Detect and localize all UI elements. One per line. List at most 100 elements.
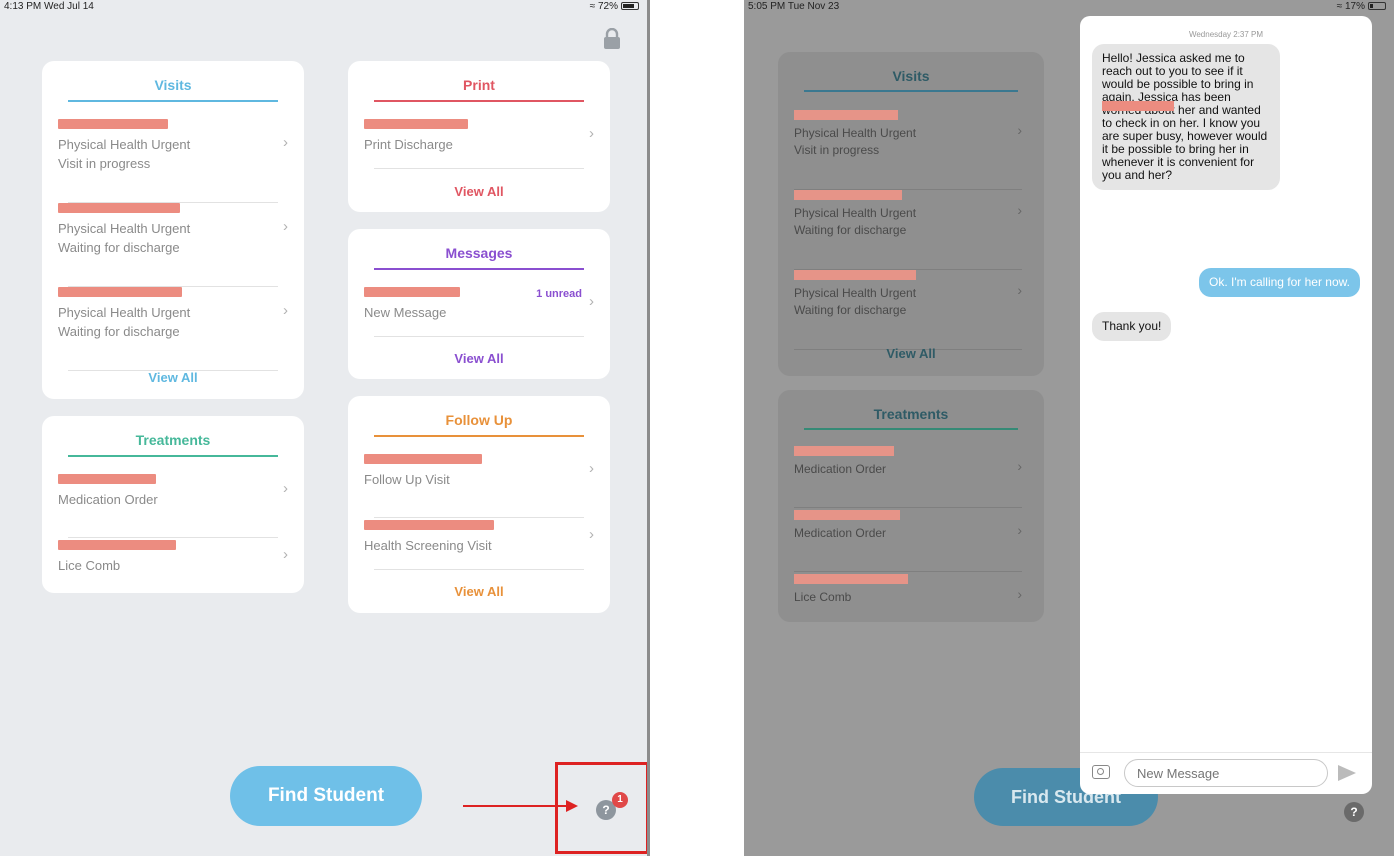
wifi-icon: ≈	[1336, 1, 1345, 12]
right-screenshot: 5:05 PM Tue Nov 23 ≈ 17% Visits Physical…	[744, 0, 1394, 856]
treatment-type: Lice Comb	[58, 558, 121, 573]
visit-item[interactable]: Physical Health Urgent Waiting for disch…	[794, 270, 1022, 350]
visits-title: Visits	[892, 68, 930, 84]
treatment-type: Lice Comb	[794, 590, 852, 604]
visit-status: Visit in progress	[794, 143, 880, 157]
treatment-item[interactable]: Medication Order ›	[794, 446, 1022, 508]
redacted-name	[364, 454, 482, 464]
message-input[interactable]	[1124, 759, 1328, 787]
chevron-right-icon: ›	[283, 134, 288, 151]
chevron-right-icon: ›	[589, 460, 594, 477]
divider	[68, 537, 278, 538]
redacted-name	[794, 510, 900, 520]
visits-card: Visits Physical Health Urgent Visit in p…	[42, 61, 304, 399]
camera-icon[interactable]	[1092, 765, 1110, 779]
follow-up-item[interactable]: Follow Up Visit ›	[364, 454, 594, 518]
help-chat-icon[interactable]: ?	[1344, 802, 1364, 822]
battery-icon	[1368, 2, 1386, 10]
follow-up-title: Follow Up	[445, 412, 513, 428]
message-timestamp: Wednesday 2:37 PM	[1188, 30, 1264, 39]
treatment-item[interactable]: Medication Order ›	[794, 510, 1022, 572]
message-preview: New Message	[364, 305, 447, 320]
battery-indicator: ≈ 72%	[590, 1, 639, 12]
chevron-right-icon: ›	[1017, 458, 1022, 474]
chevron-right-icon: ›	[1017, 282, 1022, 298]
follow-up-view-all-link[interactable]: View All	[348, 584, 610, 599]
follow-up-card: Follow Up Follow Up Visit › Health Scree…	[348, 396, 610, 613]
chevron-right-icon: ›	[1017, 522, 1022, 538]
print-card: Print Print Discharge › View All	[348, 61, 610, 212]
redacted-name	[58, 119, 168, 129]
treatments-rule	[68, 455, 278, 457]
visit-type: Physical Health Urgent	[794, 206, 917, 220]
chevron-right-icon: ›	[589, 293, 594, 310]
print-view-all-link[interactable]: View All	[348, 184, 610, 199]
wifi-icon: ≈	[589, 1, 598, 12]
visit-type: Physical Health Urgent	[794, 126, 917, 140]
visits-rule	[804, 90, 1018, 92]
redacted-name	[794, 446, 894, 456]
treatment-item[interactable]: Lice Comb ›	[794, 574, 1022, 618]
visits-view-all-link[interactable]: View All	[42, 370, 304, 385]
incoming-message-bubble: Hello! Jessica asked me to reach out to …	[1092, 44, 1280, 190]
visits-card: Visits Physical Health Urgent Visit in p…	[778, 52, 1044, 376]
chevron-right-icon: ›	[1017, 122, 1022, 138]
notification-badge: 1	[612, 792, 628, 808]
treatment-item[interactable]: Medication Order ›	[58, 474, 288, 538]
chevron-right-icon: ›	[1017, 586, 1022, 602]
divider	[794, 507, 1022, 508]
messages-card: Messages 1 unread New Message › View All	[348, 229, 610, 379]
visits-rule	[68, 100, 278, 102]
visit-type: Physical Health Urgent	[58, 305, 191, 320]
treatments-card: Treatments Medication Order › Medication…	[778, 390, 1044, 622]
redacted-name	[364, 287, 460, 297]
print-title: Print	[463, 77, 495, 93]
left-screenshot: 4:13 PM Wed Jul 14 ≈ 72% Visits Physical…	[0, 0, 650, 856]
find-student-button[interactable]: Find Student	[230, 766, 422, 826]
visit-item[interactable]: Physical Health Urgent Visit in progress…	[58, 119, 288, 203]
chevron-right-icon: ›	[283, 480, 288, 497]
visit-item[interactable]: Physical Health Urgent Waiting for disch…	[58, 203, 288, 287]
visit-status: Waiting for discharge	[794, 303, 907, 317]
treatments-rule	[804, 428, 1018, 430]
visit-item[interactable]: Physical Health Urgent Visit in progress…	[794, 110, 1022, 190]
treatment-item[interactable]: Lice Comb ›	[58, 540, 288, 590]
follow-up-rule	[374, 435, 584, 437]
message-item[interactable]: 1 unread New Message ›	[364, 287, 594, 337]
chevron-right-icon: ›	[589, 125, 594, 142]
visit-item[interactable]: Physical Health Urgent Waiting for disch…	[58, 287, 288, 371]
redacted-name	[1102, 101, 1174, 111]
redacted-name	[58, 474, 156, 484]
follow-up-item[interactable]: Health Screening Visit ›	[364, 520, 594, 570]
chevron-right-icon: ›	[283, 302, 288, 319]
battery-indicator: ≈ 17%	[1337, 1, 1386, 12]
redacted-name	[58, 287, 182, 297]
redacted-name	[58, 540, 176, 550]
divider	[374, 168, 584, 169]
visit-status: Waiting for discharge	[794, 223, 907, 237]
visit-type: Physical Health Urgent	[58, 137, 191, 152]
visit-status: Waiting for discharge	[58, 324, 180, 339]
visit-item[interactable]: Physical Health Urgent Waiting for disch…	[794, 190, 1022, 270]
visits-title: Visits	[154, 77, 192, 93]
status-bar: 5:05 PM Tue Nov 23 ≈ 17%	[744, 0, 1394, 14]
visits-view-all-link[interactable]: View All	[778, 346, 1044, 361]
visit-status: Waiting for discharge	[58, 240, 180, 255]
messages-rule	[374, 268, 584, 270]
unread-badge: 1 unread	[536, 288, 582, 300]
send-icon[interactable]	[1338, 765, 1356, 781]
print-item[interactable]: Print Discharge ›	[364, 119, 594, 169]
follow-up-type: Follow Up Visit	[364, 472, 450, 487]
lock-icon[interactable]	[602, 28, 622, 50]
divider	[374, 517, 584, 518]
redacted-name	[364, 119, 468, 129]
messages-title: Messages	[445, 245, 513, 261]
outgoing-message-bubble: Ok. I'm calling for her now.	[1198, 268, 1360, 297]
divider	[374, 569, 584, 570]
divider	[794, 571, 1022, 572]
status-bar: 4:13 PM Wed Jul 14 ≈ 72%	[0, 0, 647, 14]
treatments-title: Treatments	[873, 406, 949, 422]
messages-view-all-link[interactable]: View All	[348, 351, 610, 366]
message-panel: Wednesday 2:37 PM Hello! Jessica asked m…	[1080, 16, 1372, 794]
annotation-arrow	[463, 805, 569, 807]
